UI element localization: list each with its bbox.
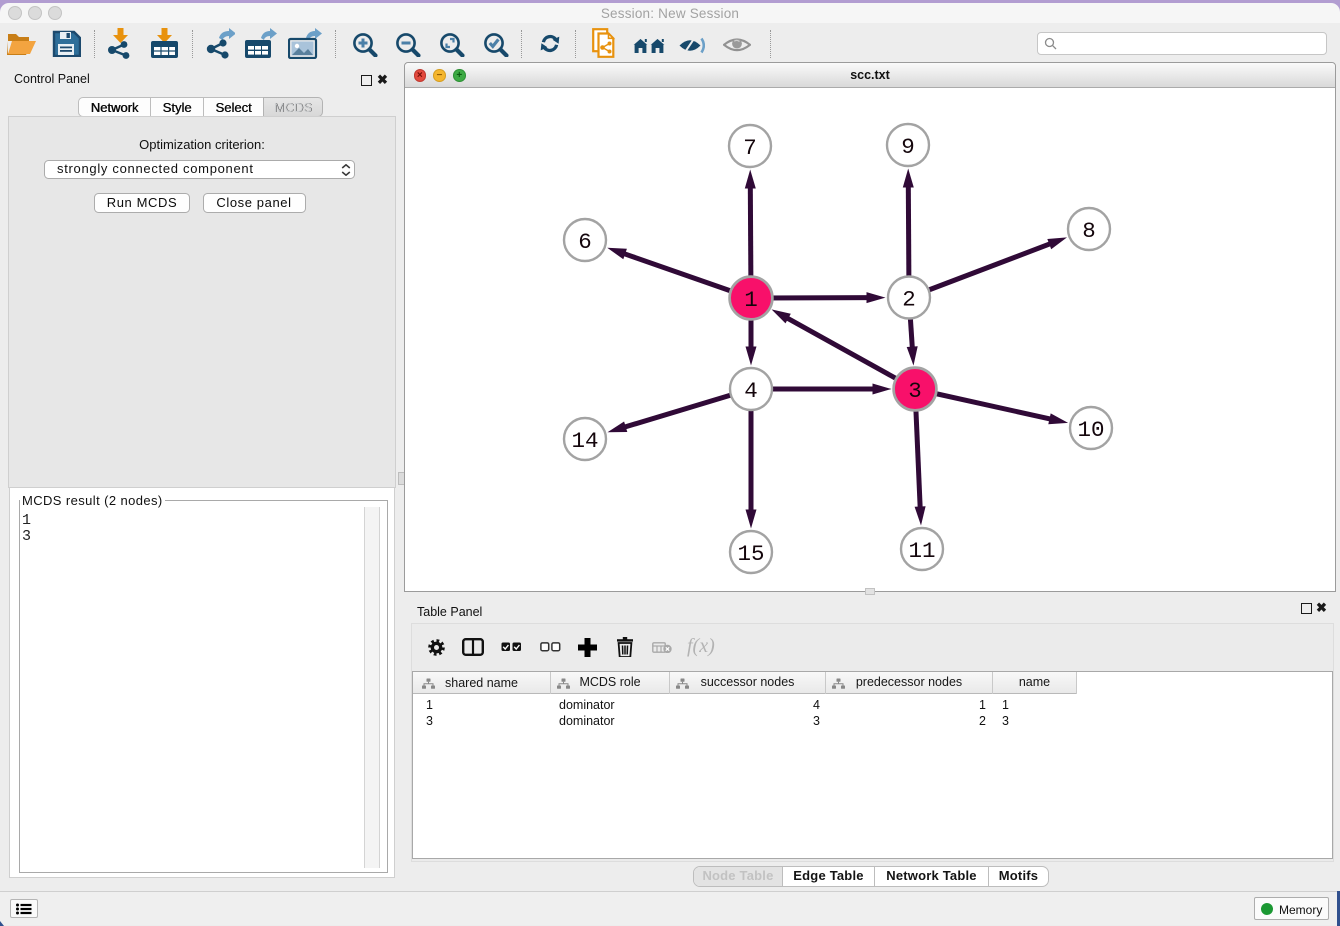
svg-text:15: 15 <box>737 541 764 567</box>
svg-text:1: 1 <box>744 287 758 313</box>
svg-text:9: 9 <box>901 134 915 160</box>
svg-text:4: 4 <box>744 378 758 404</box>
svg-text:6: 6 <box>578 229 592 255</box>
svg-text:3: 3 <box>908 378 922 404</box>
svg-text:10: 10 <box>1077 417 1104 443</box>
svg-text:8: 8 <box>1082 218 1096 244</box>
svg-text:11: 11 <box>908 538 935 564</box>
svg-text:14: 14 <box>571 428 598 454</box>
svg-text:7: 7 <box>743 135 757 161</box>
svg-text:2: 2 <box>902 287 916 313</box>
